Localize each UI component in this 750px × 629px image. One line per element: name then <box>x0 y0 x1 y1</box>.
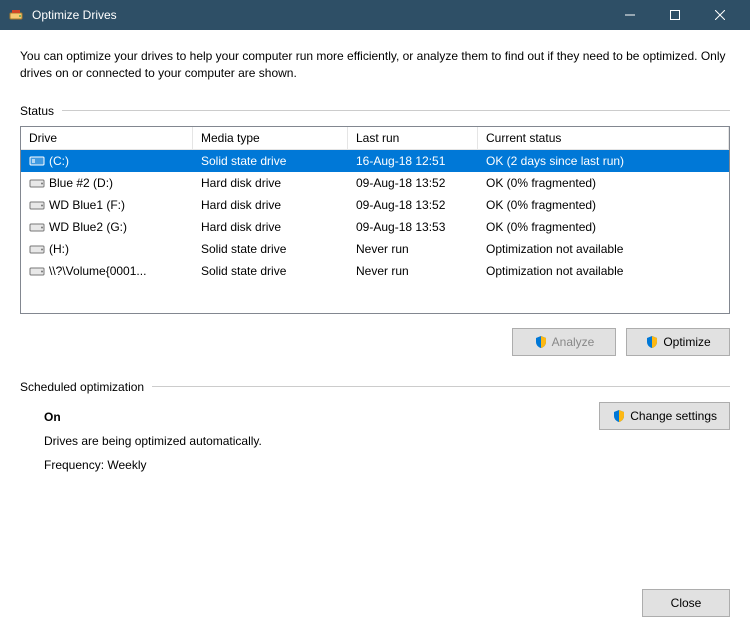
titlebar: Optimize Drives <box>0 0 750 30</box>
optimize-button[interactable]: Optimize <box>626 328 730 356</box>
cell-last: 09-Aug-18 13:53 <box>348 218 478 236</box>
drive-icon <box>29 221 45 233</box>
close-label: Close <box>671 596 702 610</box>
content-area: You can optimize your drives to help you… <box>0 30 750 472</box>
col-media-header[interactable]: Media type <box>193 127 348 149</box>
table-row[interactable]: WD Blue2 (G:) Hard disk drive09-Aug-18 13… <box>21 216 729 238</box>
col-status-header[interactable]: Current status <box>478 127 729 149</box>
col-drive-header[interactable]: Drive <box>21 127 193 149</box>
drive-icon <box>29 265 45 277</box>
table-body: (C:)Solid state drive16-Aug-18 12:51OK (… <box>21 150 729 282</box>
analyze-button[interactable]: Analyze <box>512 328 616 356</box>
status-group-label: Status <box>20 104 730 118</box>
cell-drive: Blue #2 (D:) <box>21 174 193 192</box>
drives-table: Drive Media type Last run Current status… <box>20 126 730 314</box>
divider <box>152 386 730 387</box>
drive-name: (C:) <box>49 154 69 168</box>
minimize-button[interactable] <box>607 0 652 30</box>
shield-icon <box>645 335 659 349</box>
app-icon <box>8 7 24 23</box>
cell-media: Solid state drive <box>193 152 348 170</box>
analyze-label: Analyze <box>552 335 595 349</box>
cell-media: Solid state drive <box>193 240 348 258</box>
drive-name: WD Blue1 (F:) <box>49 198 125 212</box>
cell-media: Hard disk drive <box>193 196 348 214</box>
table-row[interactable]: (H:) Solid state driveNever runOptimizati… <box>21 238 729 260</box>
schedule-label-text: Scheduled optimization <box>20 380 144 394</box>
cell-drive: \\?\Volume{0001... <box>21 262 193 280</box>
cell-status: OK (0% fragmented) <box>478 174 729 192</box>
table-row[interactable]: (C:) Solid state drive16-Aug-18 12:51OK (… <box>21 150 729 172</box>
cell-status: Optimization not available <box>478 262 729 280</box>
optimize-label: Optimize <box>663 335 710 349</box>
drive-name: WD Blue2 (G:) <box>49 220 127 234</box>
drive-name: (H:) <box>49 242 69 256</box>
cell-status: OK (0% fragmented) <box>478 218 729 236</box>
drive-icon <box>29 243 45 255</box>
drive-name: Blue #2 (D:) <box>49 176 113 190</box>
cell-last: 16-Aug-18 12:51 <box>348 152 478 170</box>
table-row[interactable]: \\?\Volume{0001... Solid state driveNever… <box>21 260 729 282</box>
table-row[interactable]: Blue #2 (D:) Hard disk drive09-Aug-18 13:… <box>21 172 729 194</box>
drive-icon <box>29 199 45 211</box>
change-settings-label: Change settings <box>630 409 717 423</box>
close-button[interactable] <box>697 0 742 30</box>
col-last-header[interactable]: Last run <box>348 127 478 149</box>
schedule-desc: Drives are being optimized automatically… <box>44 434 730 448</box>
schedule-group-label: Scheduled optimization <box>20 380 730 394</box>
table-row[interactable]: WD Blue1 (F:) Hard disk drive09-Aug-18 13… <box>21 194 729 216</box>
drive-icon <box>29 177 45 189</box>
schedule-body: Change settings On Drives are being opti… <box>20 402 730 472</box>
cell-last: 09-Aug-18 13:52 <box>348 196 478 214</box>
close-dialog-button[interactable]: Close <box>642 589 730 617</box>
intro-text: You can optimize your drives to help you… <box>20 48 730 82</box>
divider <box>62 110 730 111</box>
change-settings-button[interactable]: Change settings <box>599 402 730 430</box>
cell-last: 09-Aug-18 13:52 <box>348 174 478 192</box>
cell-media: Solid state drive <box>193 262 348 280</box>
window-title: Optimize Drives <box>32 8 607 22</box>
cell-drive: WD Blue2 (G:) <box>21 218 193 236</box>
table-header: Drive Media type Last run Current status <box>21 127 729 150</box>
cell-drive: (H:) <box>21 240 193 258</box>
drive-icon <box>29 155 45 167</box>
cell-drive: (C:) <box>21 152 193 170</box>
cell-last: Never run <box>348 240 478 258</box>
cell-last: Never run <box>348 262 478 280</box>
status-label-text: Status <box>20 104 54 118</box>
drive-name: \\?\Volume{0001... <box>49 264 146 278</box>
cell-media: Hard disk drive <box>193 218 348 236</box>
cell-status: OK (2 days since last run) <box>478 152 729 170</box>
shield-icon <box>534 335 548 349</box>
maximize-button[interactable] <box>652 0 697 30</box>
cell-drive: WD Blue1 (F:) <box>21 196 193 214</box>
footer: Close <box>642 589 730 617</box>
shield-icon <box>612 409 626 423</box>
cell-media: Hard disk drive <box>193 174 348 192</box>
cell-status: OK (0% fragmented) <box>478 196 729 214</box>
cell-status: Optimization not available <box>478 240 729 258</box>
action-buttons: Analyze Optimize <box>20 328 730 356</box>
schedule-freq: Frequency: Weekly <box>44 458 730 472</box>
